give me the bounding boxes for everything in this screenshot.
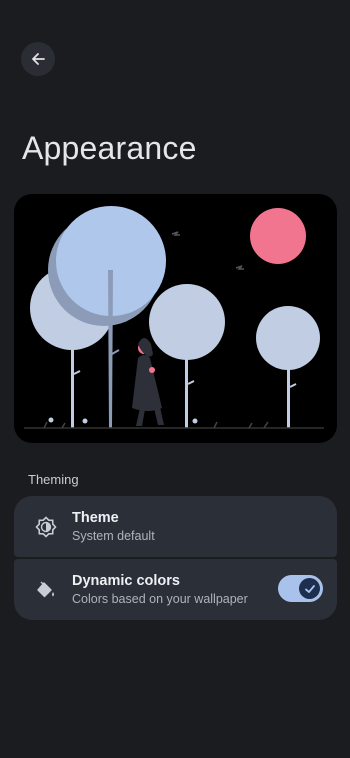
check-icon (304, 584, 315, 593)
theme-setting-value: System default (72, 529, 155, 543)
theme-setting[interactable]: Theme System default (14, 496, 337, 557)
back-button[interactable] (21, 42, 55, 76)
dynamic-colors-setting[interactable]: Dynamic colors Colors based on your wall… (14, 559, 337, 620)
wallpaper-illustration (14, 194, 337, 443)
dynamic-colors-title: Dynamic colors (72, 573, 180, 589)
section-label-theming: Theming (28, 472, 79, 487)
dynamic-colors-description: Colors based on your wallpaper (72, 592, 248, 606)
arrow-back-icon (32, 53, 45, 65)
toggle-knob (299, 578, 320, 599)
page-title: Appearance (22, 130, 197, 166)
paint-bucket-icon (32, 576, 60, 604)
dynamic-colors-toggle[interactable] (278, 575, 323, 602)
theme-setting-title: Theme (72, 510, 119, 526)
theme-brightness-icon (32, 513, 60, 541)
